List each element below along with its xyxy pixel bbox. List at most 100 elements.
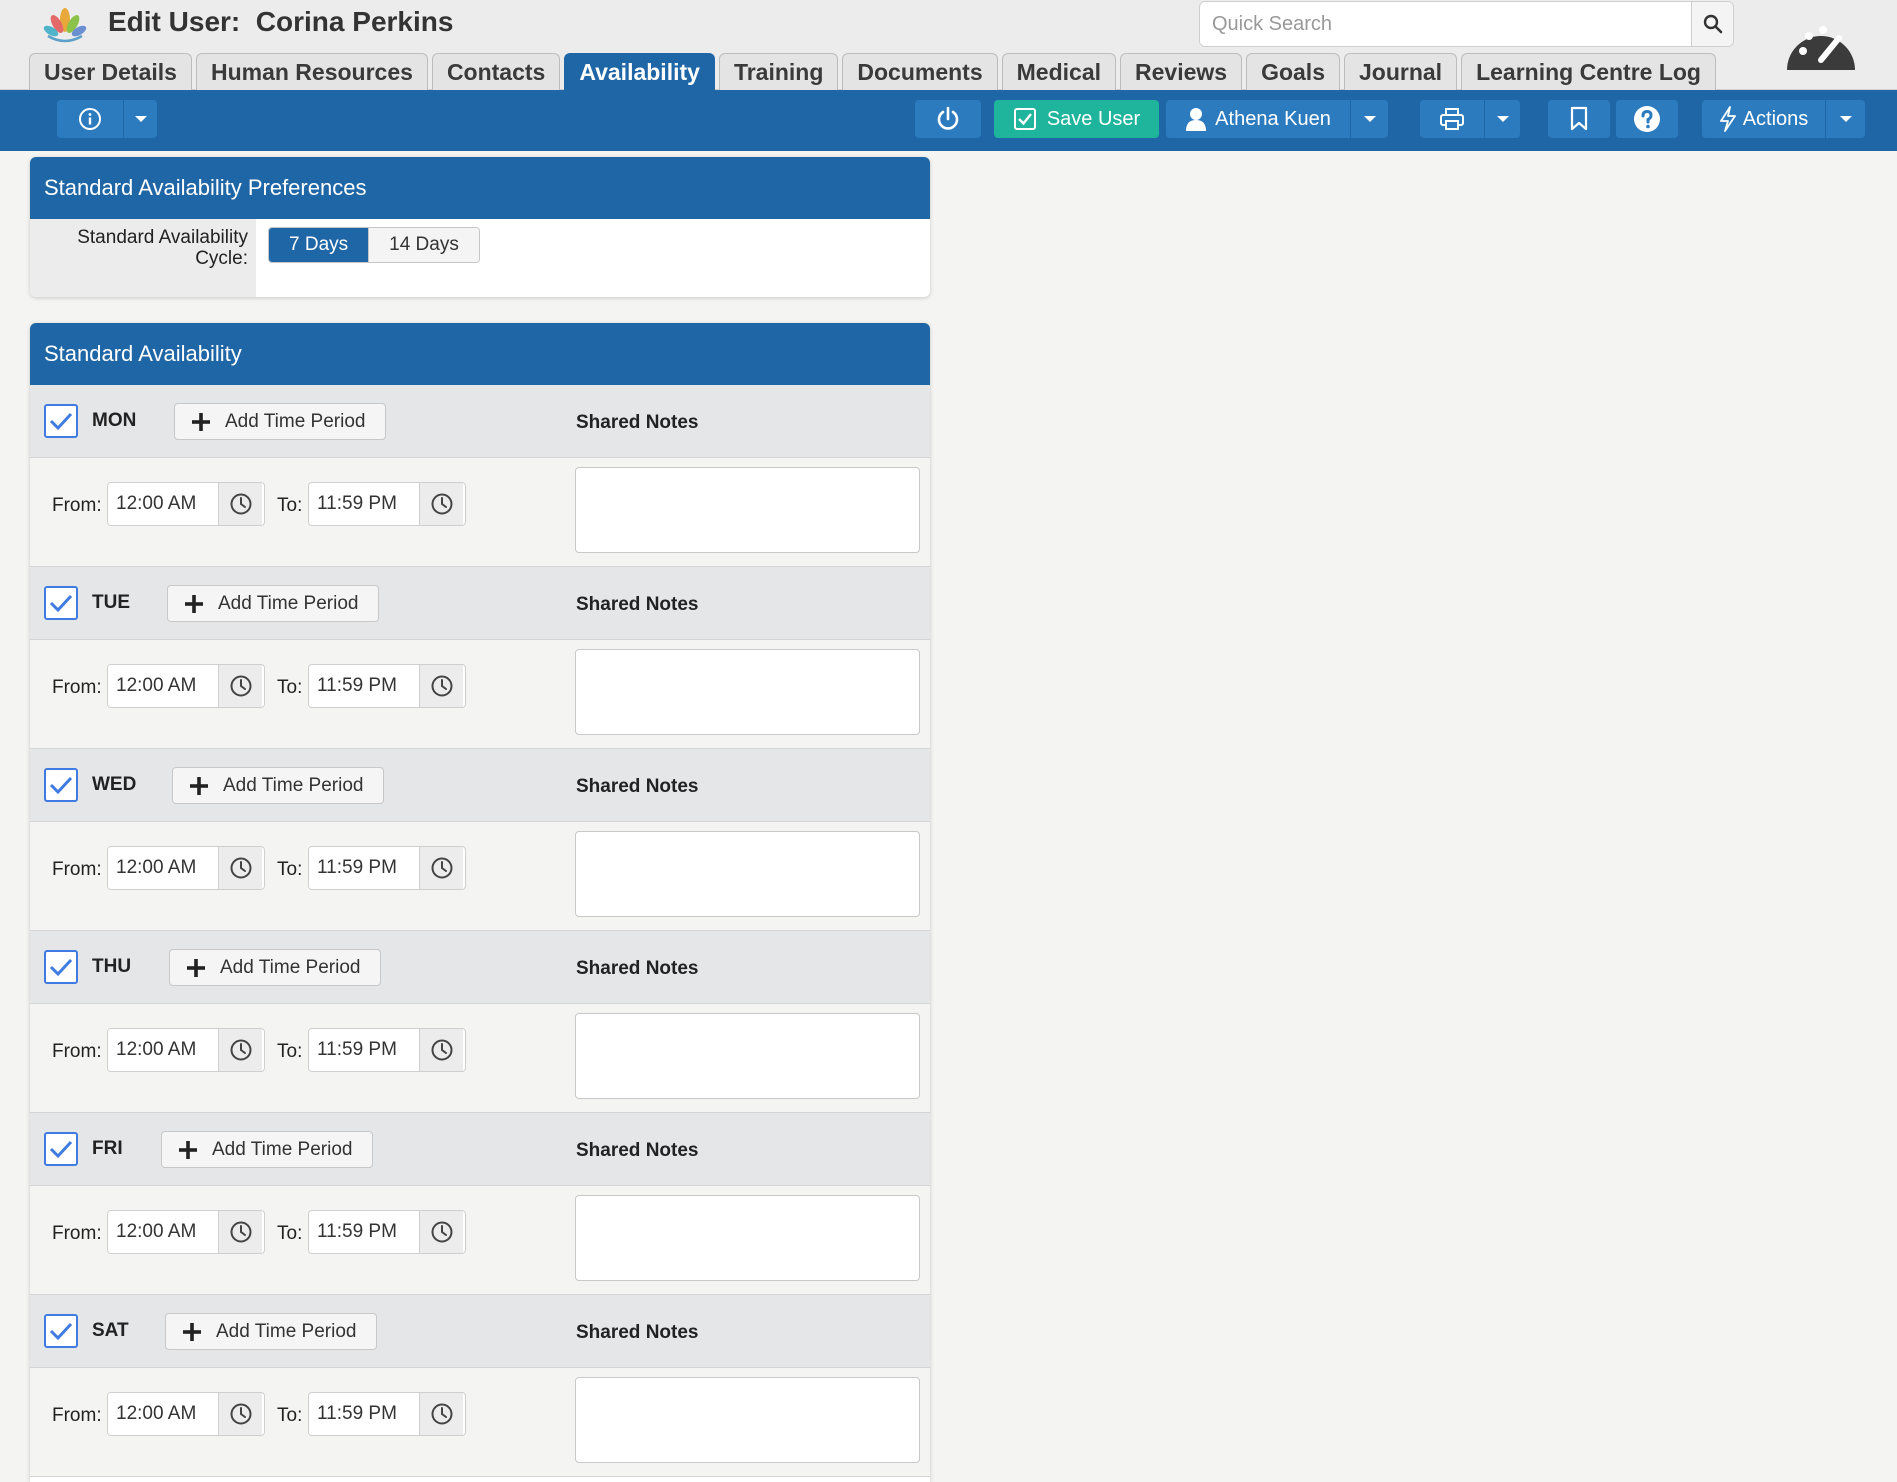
add-time-period-button[interactable]: Add Time Period xyxy=(172,767,385,804)
user-icon xyxy=(1186,108,1207,131)
lightning-icon xyxy=(1719,106,1736,132)
info-dropdown-toggle[interactable] xyxy=(123,100,157,138)
day-list: MON Add Time Period Shared Notes From: 1… xyxy=(30,385,930,1477)
tab-reviews[interactable]: Reviews xyxy=(1120,53,1243,90)
actions-part[interactable]: Actions xyxy=(1702,106,1825,132)
info-button[interactable] xyxy=(57,100,157,138)
logout-button[interactable] xyxy=(915,100,981,138)
to-time-input[interactable] xyxy=(309,483,419,525)
actions-dropdown-toggle[interactable] xyxy=(1825,100,1865,138)
quick-search xyxy=(1199,1,1734,47)
user-name-label: Athena Kuen xyxy=(1215,107,1331,130)
to-time-field xyxy=(308,1028,466,1072)
cycle-7-days-button[interactable]: 7 Days xyxy=(269,228,369,262)
clock-icon xyxy=(431,675,452,697)
search-button[interactable] xyxy=(1691,2,1733,46)
day-enabled-checkbox[interactable] xyxy=(44,768,78,802)
from-time-picker-button[interactable] xyxy=(218,665,262,707)
to-time-input[interactable] xyxy=(309,1211,419,1253)
day-section-wed: WED Add Time Period Shared Notes From: 1… xyxy=(30,749,930,931)
tab-journal[interactable]: Journal xyxy=(1344,53,1458,90)
tab-documents[interactable]: Documents xyxy=(842,53,998,90)
add-time-period-button[interactable]: Add Time Period xyxy=(165,1313,378,1350)
user-part[interactable]: Athena Kuen xyxy=(1166,107,1350,131)
tab-training[interactable]: Training xyxy=(718,53,839,90)
shared-notes-input[interactable] xyxy=(575,831,920,917)
clock-icon xyxy=(431,857,452,879)
day-enabled-checkbox[interactable] xyxy=(44,1132,78,1166)
to-time-picker-button[interactable] xyxy=(419,665,463,707)
to-time-input[interactable] xyxy=(309,1393,419,1435)
to-time-picker-button[interactable] xyxy=(419,1029,463,1071)
bookmark-button[interactable] xyxy=(1548,100,1610,138)
app-logo-icon xyxy=(43,8,87,43)
tab-contacts[interactable]: Contacts xyxy=(431,53,561,90)
tab-goals[interactable]: Goals xyxy=(1246,53,1340,90)
add-time-period-button[interactable]: Add Time Period xyxy=(169,949,382,986)
day-enabled-checkbox[interactable] xyxy=(44,586,78,620)
tab-availability[interactable]: Availability xyxy=(564,53,715,91)
add-time-period-button[interactable]: Add Time Period xyxy=(167,585,380,622)
from-time-input[interactable] xyxy=(108,483,218,525)
help-button[interactable] xyxy=(1616,100,1678,138)
to-time-input[interactable] xyxy=(309,665,419,707)
add-time-period-button[interactable]: Add Time Period xyxy=(174,403,387,440)
plus-icon xyxy=(190,776,208,795)
shared-notes-input[interactable] xyxy=(575,1377,920,1463)
tab-learning-centre-log[interactable]: Learning Centre Log xyxy=(1461,53,1716,90)
from-time-picker-button[interactable] xyxy=(218,847,262,889)
to-time-input[interactable] xyxy=(309,847,419,889)
save-user-button[interactable]: Save User xyxy=(994,100,1159,138)
user-dropdown-toggle[interactable] xyxy=(1350,100,1388,138)
to-time-picker-button[interactable] xyxy=(419,1211,463,1253)
shared-notes-input[interactable] xyxy=(575,467,920,553)
chevron-down-icon xyxy=(1363,116,1376,122)
from-time-input[interactable] xyxy=(108,1029,218,1071)
print-part[interactable] xyxy=(1420,107,1484,131)
print-button[interactable] xyxy=(1420,100,1520,138)
to-time-field xyxy=(308,846,466,890)
add-time-period-button[interactable]: Add Time Period xyxy=(161,1131,374,1168)
tab-medical[interactable]: Medical xyxy=(1001,53,1117,90)
from-time-picker-button[interactable] xyxy=(218,1393,262,1435)
quick-search-input[interactable] xyxy=(1200,2,1691,46)
shared-notes-input[interactable] xyxy=(575,1195,920,1281)
from-time-input[interactable] xyxy=(108,847,218,889)
cycle-14-days-button[interactable]: 14 Days xyxy=(368,228,479,262)
print-dropdown-toggle[interactable] xyxy=(1484,100,1520,138)
actions-button[interactable]: Actions xyxy=(1702,100,1865,138)
checkmark-icon xyxy=(49,594,73,613)
to-time-field xyxy=(308,1392,466,1436)
shared-notes-input[interactable] xyxy=(575,649,920,735)
tab-human-resources[interactable]: Human Resources xyxy=(195,53,428,90)
clock-icon xyxy=(230,1039,251,1061)
from-time-picker-button[interactable] xyxy=(218,1029,262,1071)
from-time-input[interactable] xyxy=(108,1211,218,1253)
from-time-input[interactable] xyxy=(108,665,218,707)
from-time-input[interactable] xyxy=(108,1393,218,1435)
shared-notes-input[interactable] xyxy=(575,1013,920,1099)
from-label: From: xyxy=(52,1223,102,1244)
day-enabled-checkbox[interactable] xyxy=(44,1314,78,1348)
from-label: From: xyxy=(52,677,102,698)
tab-user-details[interactable]: User Details xyxy=(29,53,192,90)
info-part[interactable] xyxy=(57,107,123,131)
to-time-picker-button[interactable] xyxy=(419,847,463,889)
day-body: From: To: xyxy=(30,1186,930,1295)
day-enabled-checkbox[interactable] xyxy=(44,950,78,984)
from-label: From: xyxy=(52,495,102,516)
to-time-picker-button[interactable] xyxy=(419,1393,463,1435)
cycle-label: Standard Availability Cycle: xyxy=(30,219,256,297)
from-time-picker-button[interactable] xyxy=(218,1211,262,1253)
preferences-panel-title: Standard Availability Preferences xyxy=(30,157,930,219)
from-time-picker-button[interactable] xyxy=(218,483,262,525)
to-label: To: xyxy=(277,495,303,516)
to-time-input[interactable] xyxy=(309,1029,419,1071)
day-enabled-checkbox[interactable] xyxy=(44,404,78,438)
actions-label: Actions xyxy=(1742,107,1809,130)
to-time-picker-button[interactable] xyxy=(419,483,463,525)
day-body: From: To: xyxy=(30,1368,930,1477)
user-menu-button[interactable]: Athena Kuen xyxy=(1166,100,1388,138)
to-label: To: xyxy=(277,859,303,880)
dashboard-gauge-icon[interactable] xyxy=(1783,14,1859,74)
